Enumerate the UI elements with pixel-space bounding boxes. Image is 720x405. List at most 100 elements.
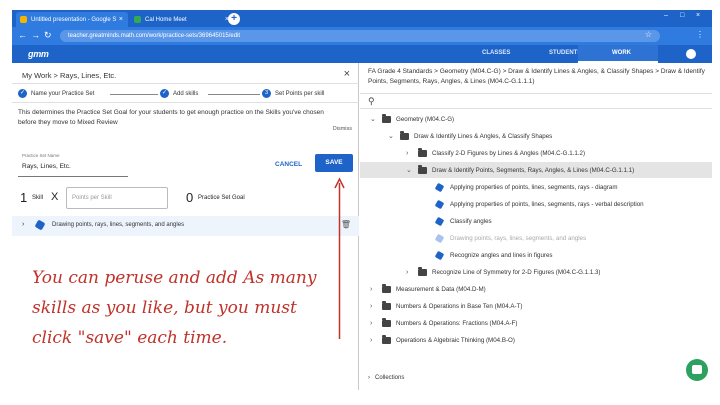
tree-folder-row[interactable]: › Recognize Line of Symmetry for 2-D Figu… <box>360 264 712 280</box>
folder-icon <box>418 266 427 276</box>
forward-arrow-icon[interactable]: → <box>31 30 40 40</box>
chat-icon[interactable] <box>686 359 708 381</box>
tree-folder-row[interactable]: › Classify 2-D Figures by Lines & Angles … <box>360 145 712 161</box>
profile-icon[interactable] <box>686 49 696 59</box>
nav-work[interactable]: WORK <box>612 50 631 56</box>
browser-tab-slides[interactable]: Untitled presentation - Google S × <box>16 12 128 27</box>
goal-label: Practice Set Goal <box>198 195 245 201</box>
chevron-right-icon[interactable]: › <box>370 303 372 310</box>
skill-hexagon-icon <box>34 219 46 231</box>
step-label: Set Points per skill <box>275 90 325 97</box>
tree-label: Numbers & Operations in Base Ten (M04.A-… <box>396 302 523 310</box>
skill-label: Skill <box>32 195 44 201</box>
app-logo[interactable]: gmm <box>28 49 49 59</box>
collections-label: Collections <box>375 375 405 381</box>
step-description: This determines the Practice Set Goal fo… <box>18 109 324 126</box>
field-label: Practice Set Name <box>22 153 60 158</box>
chevron-right-icon[interactable]: › <box>22 221 24 228</box>
folder-icon <box>382 113 391 123</box>
tree-label: Draw & Identify Lines & Angles, & Classi… <box>414 132 553 140</box>
chevron-right-icon[interactable]: › <box>370 320 372 327</box>
practice-set-panel: My Work > Rays, Lines, Etc. × ✓ Name you… <box>12 63 359 390</box>
tree-folder-row[interactable]: ⌄ Geometry (M04.C-G) <box>360 111 712 127</box>
tab-title: Untitled presentation - Google S <box>31 16 117 23</box>
tree-folder-row[interactable]: › Measurement & Data (M04.D-M) <box>360 281 712 297</box>
step-label: Add skills <box>173 90 199 97</box>
folder-icon <box>418 147 427 157</box>
chevron-right-icon[interactable]: › <box>406 150 408 157</box>
meet-favicon-icon <box>134 16 141 23</box>
tab-title: Cal Home Meet <box>145 16 187 23</box>
chevron-right-icon[interactable]: › <box>370 337 372 344</box>
chevron-right-icon[interactable]: › <box>406 269 408 276</box>
check-icon: ✓ <box>18 89 27 98</box>
step-points[interactable]: 3 Set Points per skill <box>262 89 324 98</box>
url-input[interactable]: teacher.greatminds.math.com/work/practic… <box>60 30 660 42</box>
nav-students[interactable]: STUDENTS <box>549 50 581 56</box>
tree-label: Applying properties of points, lines, se… <box>450 200 644 208</box>
tree-folder-row[interactable]: › Numbers & Operations in Base Ten (M04.A… <box>360 298 712 314</box>
field-value: Rays, Lines, Etc. <box>22 163 71 170</box>
app-header: gmm CLASSES STUDENTS WORK <box>12 45 712 63</box>
folder-icon <box>382 334 391 344</box>
back-arrow-icon[interactable]: ← <box>18 30 27 40</box>
practice-set-name-field[interactable]: Practice Set Name Rays, Lines, Etc. <box>18 151 128 177</box>
tree-folder-row[interactable]: ⌄ Draw & Identify Points, Segments, Rays,… <box>360 162 712 178</box>
tree-skill-row[interactable]: Drawing points, rays, lines, segments, a… <box>360 230 712 246</box>
browser-tab-bar: Untitled presentation - Google S × Cal H… <box>12 10 712 27</box>
browser-menu-icon[interactable]: ⋮ <box>696 30 704 39</box>
points-per-skill-input[interactable]: Points per Skill <box>66 187 168 209</box>
goal-value: 0 <box>186 190 194 205</box>
screenshot-frame: Untitled presentation - Google S × Cal H… <box>12 10 712 390</box>
skill-name: Drawing points, rays, lines, segments, a… <box>52 222 185 228</box>
tree-skill-row[interactable]: Recognize angles and lines in figures <box>360 247 712 263</box>
step-name[interactable]: ✓ Name your Practice Set <box>18 89 94 98</box>
tree-folder-row[interactable]: ⌄ Draw & Identify Lines & Angles, & Class… <box>360 128 712 144</box>
collections-item[interactable]: › Collections <box>368 375 404 381</box>
tree-skill-row[interactable]: Applying properties of points, lines, se… <box>360 196 712 212</box>
close-window-button[interactable]: × <box>696 12 700 19</box>
chevron-down-icon[interactable]: ⌄ <box>370 115 376 123</box>
standards-search[interactable]: ⚲ <box>360 93 712 109</box>
tree-folder-row[interactable]: › Operations & Algebraic Thinking (M04.B-… <box>360 332 712 348</box>
step-add-skills[interactable]: ✓ Add skills <box>160 89 198 98</box>
folder-icon <box>382 317 391 327</box>
step-number: 3 <box>262 89 271 98</box>
tree-skill-row[interactable]: Classify angles <box>360 213 712 229</box>
folder-icon <box>382 283 391 293</box>
trash-icon[interactable]: 🗑 <box>341 220 351 229</box>
chevron-right-icon[interactable]: › <box>370 286 372 293</box>
tree-label: Drawing points, rays, lines, segments, a… <box>450 234 587 242</box>
dismiss-link[interactable]: Dismiss <box>333 126 352 132</box>
slides-favicon-icon <box>20 16 27 23</box>
chevron-down-icon[interactable]: ⌄ <box>388 132 394 140</box>
tree-skill-row[interactable]: Applying properties of points, lines, se… <box>360 179 712 195</box>
new-tab-button[interactable]: + <box>228 13 240 25</box>
cancel-button[interactable]: CANCEL <box>275 161 302 168</box>
reload-icon[interactable]: ↻ <box>44 30 52 41</box>
skill-hexagon-icon <box>434 199 445 209</box>
tab-close-icon[interactable]: × <box>119 16 123 23</box>
selected-skill-item[interactable]: › Drawing points, rays, lines, segments,… <box>12 216 359 236</box>
chevron-down-icon[interactable]: ⌄ <box>406 166 412 174</box>
close-icon[interactable]: × <box>344 68 350 80</box>
step-label: Name your Practice Set <box>31 90 95 97</box>
skill-count: 1 <box>20 190 28 205</box>
save-button[interactable]: SAVE <box>315 154 353 172</box>
browser-tab-meet[interactable]: Cal Home Meet × <box>130 12 234 27</box>
maximize-button[interactable]: □ <box>680 12 684 19</box>
folder-icon <box>400 130 409 140</box>
search-icon[interactable]: ⚲ <box>368 96 375 107</box>
tree-label: Recognize angles and lines in figures <box>450 251 553 259</box>
tree-label: Geometry (M04.C-G) <box>396 115 455 123</box>
nav-classes[interactable]: CLASSES <box>482 50 510 56</box>
skill-hexagon-icon <box>434 233 445 243</box>
bookmark-star-icon[interactable]: ☆ <box>645 30 652 39</box>
skill-hexagon-icon <box>434 216 445 226</box>
address-bar-row: ← → ↻ teacher.greatminds.math.com/work/p… <box>12 27 712 45</box>
folder-icon <box>418 164 427 174</box>
tree-folder-row[interactable]: › Numbers & Operations: Fractions (M04.A-… <box>360 315 712 331</box>
minimize-button[interactable]: – <box>664 12 668 19</box>
skill-goal-row: 1 Skill X Points per Skill 0 Practice Se… <box>18 184 338 210</box>
tree-label: Classify 2-D Figures by Lines & Angles (… <box>432 149 586 157</box>
